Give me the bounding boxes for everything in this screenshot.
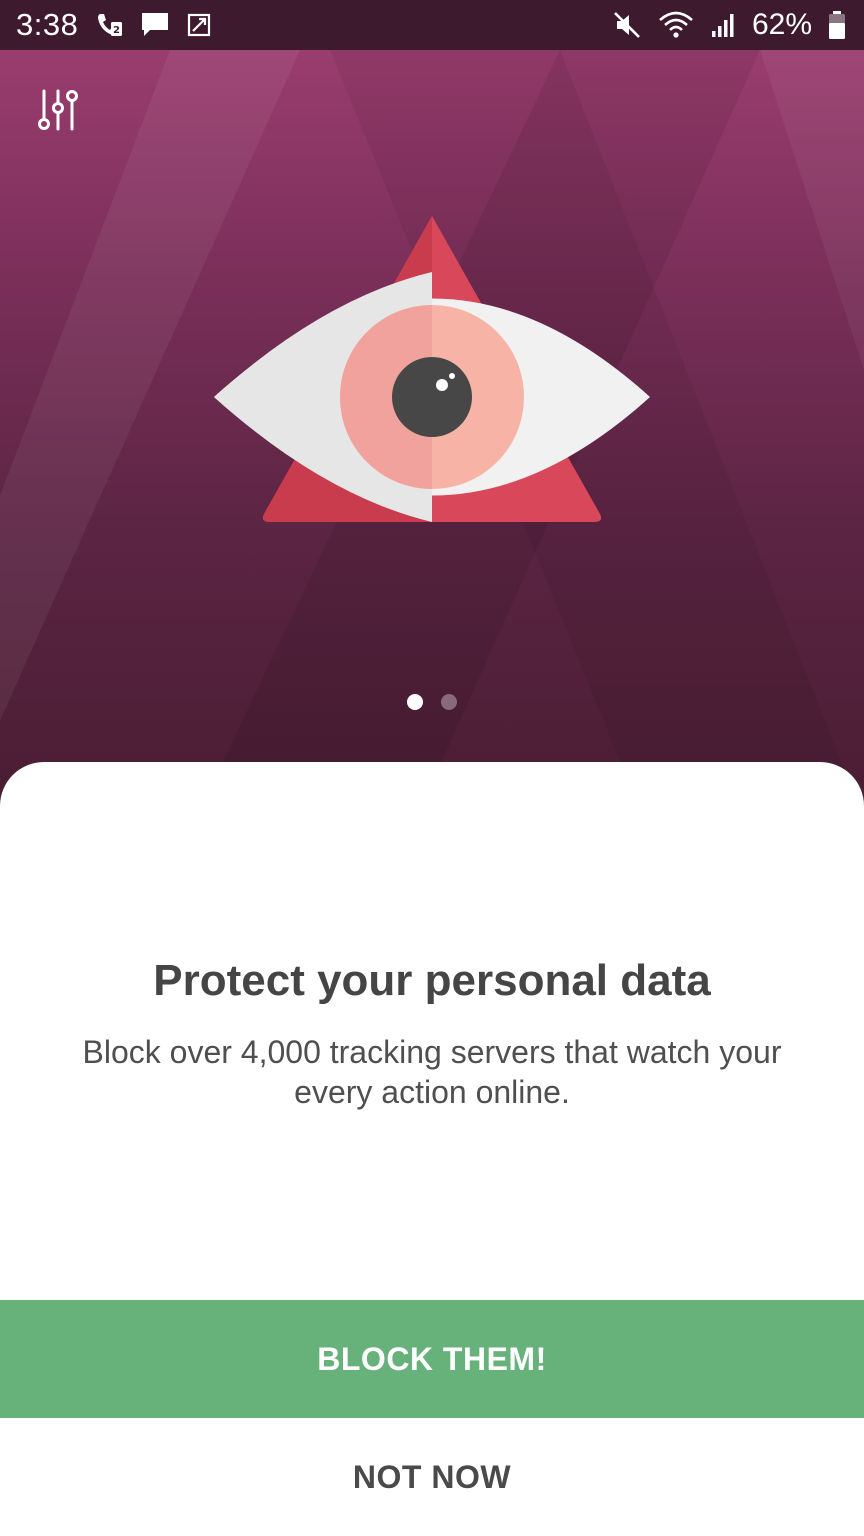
status-bar: 3:38 2 62% bbox=[0, 0, 864, 50]
block-them-button[interactable]: BLOCK THEM! bbox=[0, 1300, 864, 1418]
svg-text:2: 2 bbox=[113, 25, 120, 36]
mute-icon bbox=[612, 10, 642, 40]
status-right: 62% bbox=[612, 8, 846, 42]
content-card: Protect your personal data Block over 4,… bbox=[0, 762, 864, 1536]
settings-button[interactable] bbox=[28, 82, 88, 138]
screenshot-icon bbox=[186, 12, 212, 38]
status-time: 3:38 bbox=[16, 7, 79, 42]
headline: Protect your personal data bbox=[153, 956, 711, 1005]
description: Block over 4,000 tracking servers that w… bbox=[82, 1034, 782, 1110]
wifi-call-icon: 2 bbox=[94, 10, 124, 40]
page-indicator bbox=[0, 694, 864, 710]
onboarding-screen: 3:38 2 62% Protect your personal data Bl… bbox=[0, 0, 864, 1536]
signal-icon bbox=[710, 11, 736, 39]
eye-triangle-icon bbox=[200, 210, 664, 545]
battery-percent: 62% bbox=[751, 8, 812, 41]
page-dot-1[interactable] bbox=[407, 694, 423, 710]
status-left: 3:38 2 bbox=[16, 7, 212, 43]
sliders-icon bbox=[38, 89, 78, 131]
not-now-button[interactable]: NOT NOW bbox=[0, 1418, 864, 1536]
wifi-icon bbox=[658, 10, 694, 40]
page-dot-2[interactable] bbox=[441, 694, 457, 710]
battery-icon bbox=[828, 10, 846, 40]
hero-banner bbox=[0, 50, 864, 810]
message-icon bbox=[140, 11, 170, 39]
